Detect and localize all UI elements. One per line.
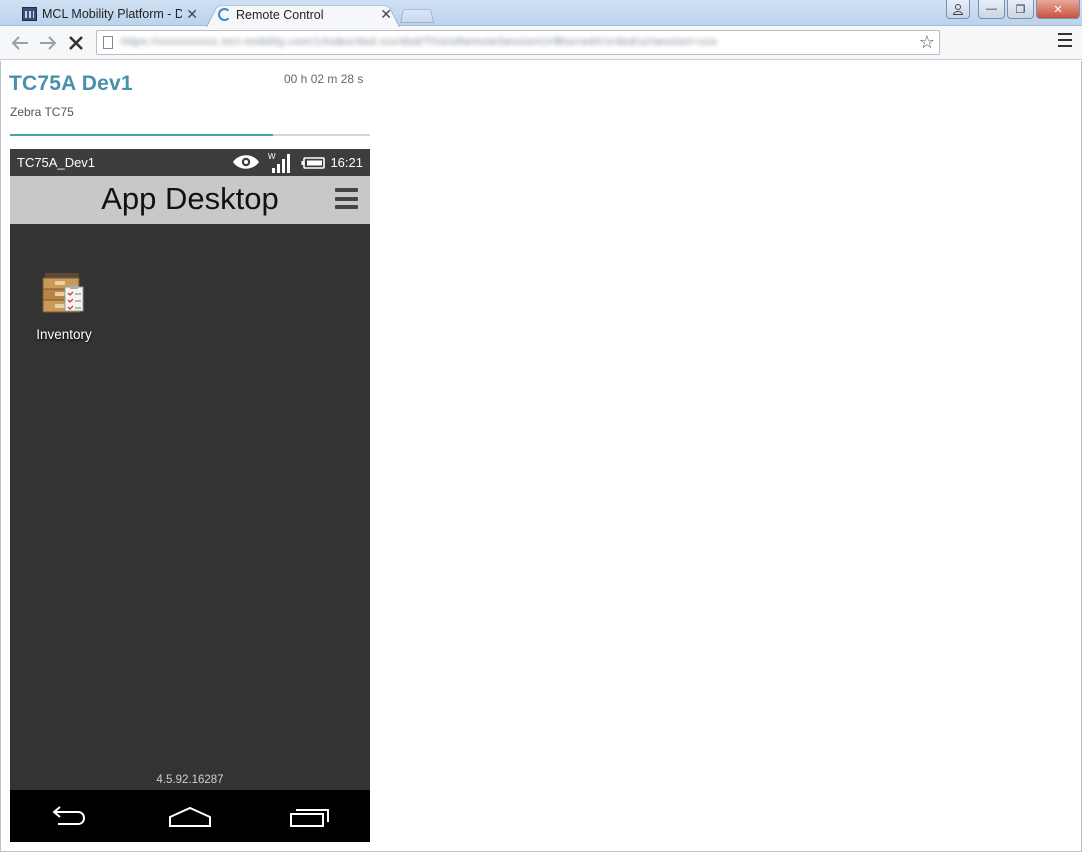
minimize-button[interactable]: — xyxy=(978,0,1005,19)
android-recent-apps-icon[interactable] xyxy=(288,804,332,830)
app-label: Inventory xyxy=(36,327,92,342)
page-content: TC75A Dev1 Zebra TC75 00 h 02 m 28 s TC7… xyxy=(0,61,1082,852)
new-tab-button[interactable] xyxy=(400,6,434,23)
tab-remote-control[interactable]: Remote Control ✕ xyxy=(206,2,400,27)
status-bar: TC75A_Dev1 W 16:21 xyxy=(10,149,370,176)
tab-close-icon[interactable]: ✕ xyxy=(186,6,198,23)
session-progress-bar xyxy=(10,134,370,136)
device-model: Zebra TC75 xyxy=(10,105,74,119)
address-bar[interactable]: https://xxxxxxxxxx.mcl-mobility.com/1/in… xyxy=(96,30,940,55)
user-profile-icon[interactable] xyxy=(946,0,970,19)
app-bar-title: App Desktop xyxy=(101,181,279,216)
eye-icon xyxy=(233,155,259,169)
app-version: 4.5.92.16287 xyxy=(156,774,224,786)
tab-mcl-mobility-platform[interactable]: MCL Mobility Platform - D ✕ xyxy=(10,2,206,26)
hamburger-menu-icon[interactable] xyxy=(335,188,358,209)
bookmark-star-icon[interactable]: ☆ xyxy=(919,32,935,53)
url-text: https://xxxxxxxxxx.mcl-mobility.com/1/in… xyxy=(121,36,718,48)
mcl-app-icon xyxy=(22,7,37,21)
device-screen[interactable]: TC75A_Dev1 W 16:21 App Desktop Inventory… xyxy=(10,149,370,842)
close-window-button[interactable]: ✕ xyxy=(1036,0,1080,19)
stop-loading-icon[interactable] xyxy=(66,33,86,53)
session-progress-fill xyxy=(10,134,273,136)
back-arrow-icon[interactable] xyxy=(10,33,30,53)
wifi-signal-icon: W xyxy=(268,152,290,173)
tab-title: MCL Mobility Platform - D xyxy=(42,7,182,21)
android-back-icon[interactable] xyxy=(46,804,90,830)
status-device-name: TC75A_Dev1 xyxy=(17,155,96,170)
battery-icon xyxy=(301,157,325,169)
app-inventory[interactable]: Inventory xyxy=(19,267,109,349)
android-nav-bar xyxy=(10,790,370,842)
browser-menu-icon[interactable] xyxy=(1058,33,1072,47)
forward-arrow-icon[interactable] xyxy=(38,33,58,53)
tab-close-icon[interactable]: ✕ xyxy=(380,6,392,23)
loading-spinner-icon xyxy=(218,8,231,21)
session-timer: 00 h 02 m 28 s xyxy=(284,72,364,86)
status-time: 16:21 xyxy=(330,155,363,170)
page-icon xyxy=(103,36,113,49)
app-bar: App Desktop xyxy=(10,176,370,224)
wifi-label: W xyxy=(268,152,276,161)
android-home-icon[interactable] xyxy=(168,804,212,830)
browser-titlebar: MCL Mobility Platform - D ✕ Remote Contr… xyxy=(0,0,1082,26)
window-controls: — ❐ ✕ xyxy=(946,0,1080,19)
maximize-button[interactable]: ❐ xyxy=(1007,0,1034,19)
device-title: TC75A Dev1 xyxy=(9,72,133,95)
browser-toolbar: https://xxxxxxxxxx.mcl-mobility.com/1/in… xyxy=(0,26,1082,60)
inventory-boxes-icon xyxy=(42,273,84,313)
tab-title: Remote Control xyxy=(236,7,324,22)
